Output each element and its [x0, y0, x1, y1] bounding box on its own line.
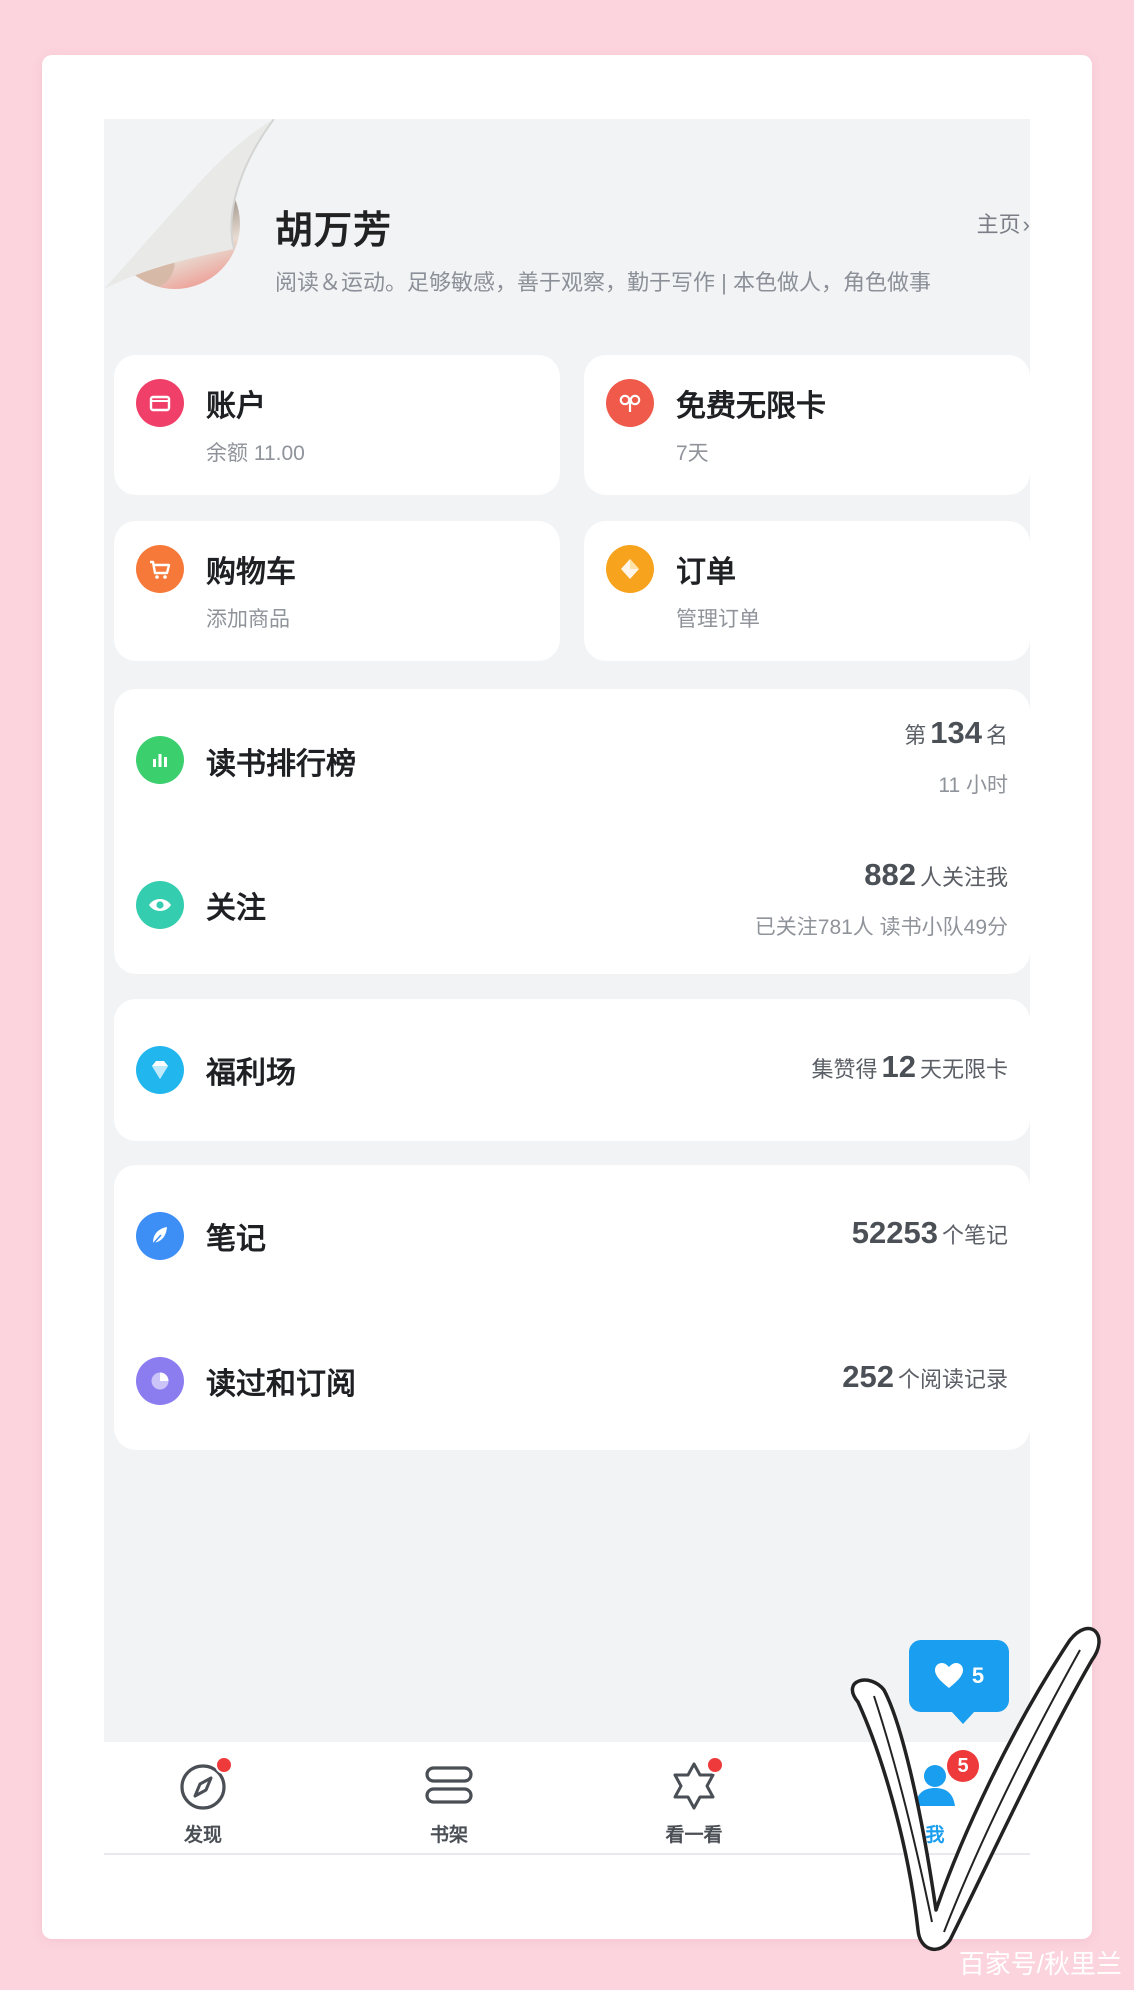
homepage-link[interactable]: 主页›: [977, 207, 1030, 239]
account-title: 账户: [206, 390, 266, 423]
stats-card: 读书排行榜 第 134 名 11 小时 关注 882 人关注我 已关注781人 读书小…: [114, 689, 1030, 974]
cart-sub: 添加商品: [206, 608, 290, 631]
notes-card: 笔记 52253 个笔记 读过和订阅 252 个阅读记录: [114, 1165, 1030, 1450]
profile-screen: 胡万芳 主页› 阅读＆运动。足够敏感，善于观察，勤于写作 | 本色做人，角色做事…: [104, 119, 1030, 1746]
account-balance: 余额 11.00: [206, 442, 305, 465]
user-bio: 阅读＆运动。足够敏感，善于观察，勤于写作 | 本色做人，角色做事: [275, 270, 931, 295]
ranking-stat: 第 134 名: [904, 715, 1008, 751]
welfare-prefix: 集赞得: [811, 1057, 878, 1082]
following-sub: 已关注781人 读书小队49分: [754, 916, 1008, 939]
chevron-right-icon: ›: [1022, 212, 1030, 237]
welfare-title: 福利场: [206, 1057, 296, 1090]
free-card-days: 7天: [676, 442, 709, 465]
pie-chart-icon: [136, 1357, 184, 1405]
ranking-suffix: 名: [985, 723, 1008, 748]
history-title: 读过和订阅: [206, 1368, 356, 1401]
welfare-card[interactable]: 福利场 集赞得 12 天无限卡: [114, 999, 1030, 1141]
cart-tile[interactable]: 购物车 添加商品: [114, 521, 560, 661]
profile-avatar[interactable]: [104, 119, 274, 314]
notes-row[interactable]: 笔记 52253 个笔记: [114, 1165, 1030, 1307]
page-curl-decoration: [104, 119, 274, 289]
ranking-prefix: 第: [904, 723, 927, 748]
welfare-days: 12: [881, 1049, 916, 1084]
welfare-suffix: 天无限卡: [919, 1057, 1008, 1082]
history-row[interactable]: 读过和订阅 252 个阅读记录: [114, 1307, 1030, 1450]
bookshelf-icon: [425, 1766, 473, 1804]
orders-title: 订单: [676, 556, 736, 589]
history-suffix: 个阅读记录: [897, 1367, 1008, 1392]
eye-icon: [136, 881, 184, 929]
ranking-row[interactable]: 读书排行榜 第 134 名 11 小时: [114, 689, 1030, 831]
reading-hours: 11 小时: [938, 774, 1008, 797]
orders-tile[interactable]: 订单 管理订单: [584, 521, 1030, 661]
follower-suffix: 人关注我: [919, 865, 1008, 890]
watermark-text: 百家号/秋里兰: [958, 1949, 1122, 1979]
follow-title: 关注: [206, 892, 266, 925]
cart-title: 购物车: [206, 556, 296, 589]
lookaround-notification-dot: [706, 1756, 724, 1774]
diamond-icon: [136, 1046, 184, 1094]
history-count: 252: [842, 1359, 894, 1394]
notes-suffix: 个笔记: [941, 1223, 1008, 1248]
ribbon-icon: [606, 379, 654, 427]
welfare-stat: 集赞得 12 天无限卡: [811, 1049, 1008, 1085]
notes-count: 52253: [851, 1215, 938, 1250]
nav-label-discover: 发现: [183, 1825, 222, 1846]
discover-notification-dot: [215, 1756, 233, 1774]
nav-tab-lookaround[interactable]: 看一看: [634, 1742, 754, 1854]
nav-tab-bookshelf[interactable]: 书架: [389, 1742, 509, 1854]
follower-stat: 882 人关注我: [860, 857, 1008, 893]
homepage-label: 主页: [976, 212, 1021, 237]
bar-chart-icon: [136, 736, 184, 784]
handwritten-v-mark: [850, 1626, 1101, 1951]
user-name: 胡万芳: [275, 210, 393, 252]
ranking-title: 读书排行榜: [206, 748, 356, 781]
ranking-number: 134: [930, 715, 982, 750]
nav-label-bookshelf: 书架: [429, 1825, 468, 1846]
nav-tab-discover[interactable]: 发现: [143, 1742, 263, 1854]
wallet-icon: [136, 379, 184, 427]
order-diamond-icon: [606, 545, 654, 593]
free-card-tile[interactable]: 免费无限卡 7天: [584, 355, 1030, 495]
follow-row[interactable]: 关注 882 人关注我 已关注781人 读书小队49分: [114, 831, 1030, 974]
free-card-title: 免费无限卡: [676, 390, 826, 423]
notes-stat: 52253 个笔记: [848, 1215, 1008, 1251]
cart-icon: [136, 545, 184, 593]
orders-sub: 管理订单: [676, 608, 760, 631]
nav-label-lookaround: 看一看: [665, 1825, 723, 1846]
account-tile[interactable]: 账户 余额 11.00: [114, 355, 560, 495]
follower-count: 882: [864, 857, 916, 892]
notes-title: 笔记: [206, 1223, 266, 1256]
feather-icon: [136, 1212, 184, 1260]
history-stat: 252 个阅读记录: [838, 1359, 1008, 1395]
